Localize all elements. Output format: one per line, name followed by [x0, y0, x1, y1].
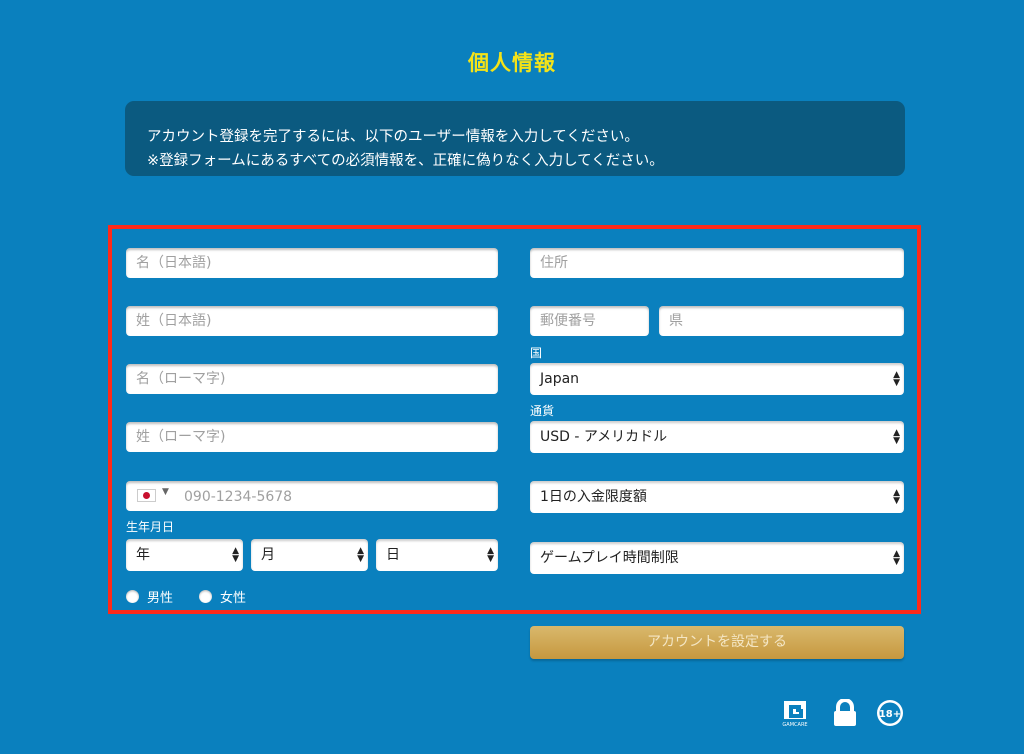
phone-field: ▼: [126, 481, 498, 513]
last-name-jp-input[interactable]: [126, 306, 498, 336]
play-time-limit-select[interactable]: ゲームプレイ時間制限 ▲ ▼: [530, 542, 904, 574]
radio-circle-icon: [199, 590, 212, 603]
radio-circle-icon: [126, 590, 139, 603]
select-arrows-icon: ▲ ▼: [893, 488, 900, 506]
deposit-limit-value: 1日の入金限度額: [540, 489, 647, 505]
gamcare-text: GAMCARE: [782, 722, 807, 728]
currency-label: 通貨: [530, 404, 555, 418]
japan-flag-icon[interactable]: [137, 489, 156, 502]
birthdate-label: 生年月日: [126, 520, 175, 534]
lock-icon: [832, 698, 858, 727]
birth-year-select[interactable]: 年 ▲ ▼: [126, 539, 243, 571]
gender-male-radio[interactable]: 男性: [126, 587, 173, 606]
currency-value: USD - アメリカドル: [540, 429, 668, 445]
select-arrows-icon: ▲ ▼: [487, 546, 494, 564]
last-name-romaji-input[interactable]: [126, 422, 498, 452]
age-18-text: 18+: [879, 709, 901, 720]
page-title: 個人情報: [468, 51, 556, 75]
birth-day-value: 日: [386, 547, 400, 563]
notice-box: アカウント登録を完了するには、以下のユーザー情報を入力してください。 ※登録フォ…: [125, 101, 905, 176]
select-arrows-icon: ▲ ▼: [893, 370, 900, 388]
gamcare-icon[interactable]: GAMCARE: [782, 699, 812, 729]
select-arrows-icon: ▲ ▼: [232, 546, 239, 564]
gender-female-label: 女性: [220, 591, 247, 606]
birth-month-value: 月: [261, 547, 275, 563]
deposit-limit-select[interactable]: 1日の入金限度額 ▲ ▼: [530, 481, 904, 513]
notice-line-2: ※登録フォームにあるすべての必須情報を、正確に偽りなく入力してください。: [147, 153, 664, 169]
age-18-icon: 18+: [875, 698, 905, 728]
first-name-romaji-input[interactable]: [126, 364, 498, 394]
gender-female-radio[interactable]: 女性: [199, 587, 246, 606]
birth-month-select[interactable]: 月 ▲ ▼: [251, 539, 368, 571]
country-label: 国: [530, 346, 543, 360]
phone-input[interactable]: [182, 481, 486, 513]
select-arrows-icon: ▲ ▼: [893, 428, 900, 446]
create-account-button[interactable]: アカウントを設定する: [530, 626, 904, 659]
notice-line-1: アカウント登録を完了するには、以下のユーザー情報を入力してください。: [147, 129, 639, 145]
country-value: Japan: [540, 371, 580, 387]
select-arrows-icon: ▲ ▼: [357, 546, 364, 564]
birth-year-value: 年: [136, 547, 150, 563]
birth-day-select[interactable]: 日 ▲ ▼: [376, 539, 498, 571]
gender-male-label: 男性: [147, 591, 174, 606]
select-arrows-icon: ▲ ▼: [893, 549, 900, 567]
prefecture-input[interactable]: [659, 306, 904, 336]
chevron-down-icon[interactable]: ▼: [162, 487, 169, 497]
currency-select[interactable]: USD - アメリカドル ▲ ▼: [530, 421, 904, 453]
first-name-jp-input[interactable]: [126, 248, 498, 278]
country-select[interactable]: Japan ▲ ▼: [530, 363, 904, 395]
postal-code-input[interactable]: [530, 306, 649, 336]
address-input[interactable]: [530, 248, 904, 278]
play-time-limit-value: ゲームプレイ時間制限: [540, 550, 679, 566]
